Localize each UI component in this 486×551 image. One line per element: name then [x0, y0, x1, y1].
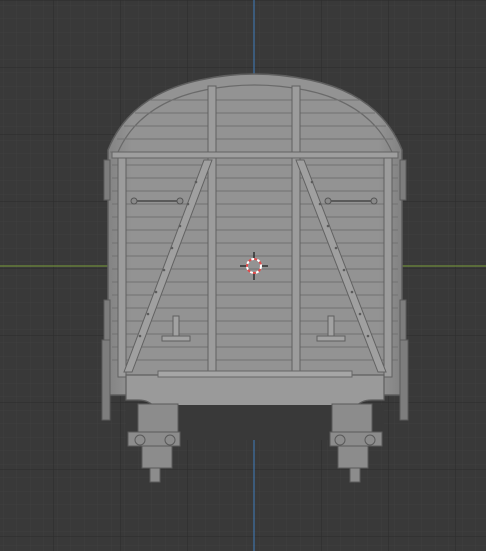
sole-bar	[157, 370, 353, 378]
viewport-canvas[interactable]	[0, 0, 486, 551]
buffer-beam	[125, 374, 385, 409]
3d-viewport[interactable]	[0, 0, 486, 551]
top-rail	[111, 151, 399, 159]
wagon-mesh[interactable]	[101, 73, 409, 483]
planks	[110, 99, 400, 361]
